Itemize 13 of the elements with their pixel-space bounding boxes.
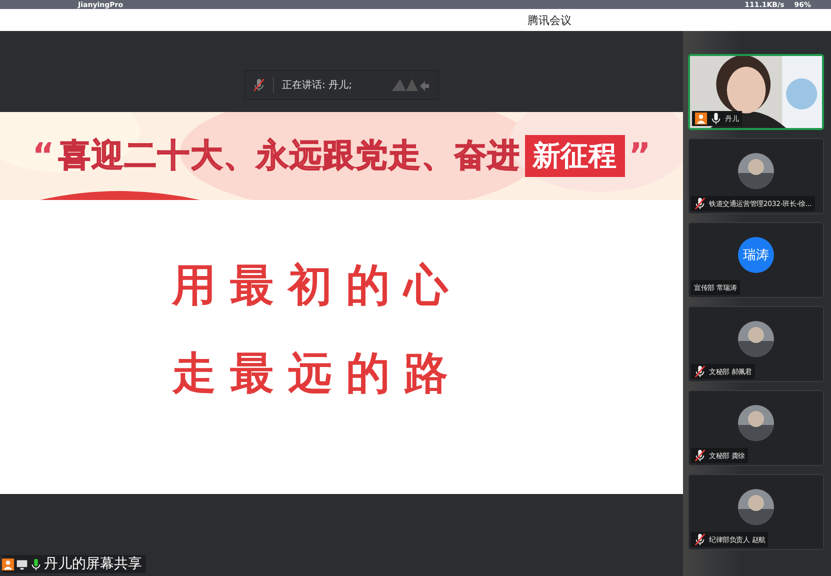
slogan-line: 走最远的路: [172, 348, 462, 400]
share-text: 丹儿的屏幕共享: [44, 555, 142, 573]
banner-highlight: 新征程: [524, 135, 624, 177]
sound-wave-icon: [390, 77, 430, 93]
quote-mark: ”: [628, 136, 651, 176]
quote-mark: “: [32, 136, 54, 176]
speaker-text: 正在讲话: 丹儿;: [282, 78, 352, 92]
person-icon: [2, 558, 14, 570]
window-title: 腾讯会议: [528, 12, 572, 28]
banner-text: 喜迎二十大、永远跟党走、奋进: [58, 135, 520, 176]
screen-icon: [16, 558, 28, 570]
slogan-line: 用最初的心: [172, 260, 462, 312]
avatar-initials: 瑞涛: [738, 237, 774, 273]
